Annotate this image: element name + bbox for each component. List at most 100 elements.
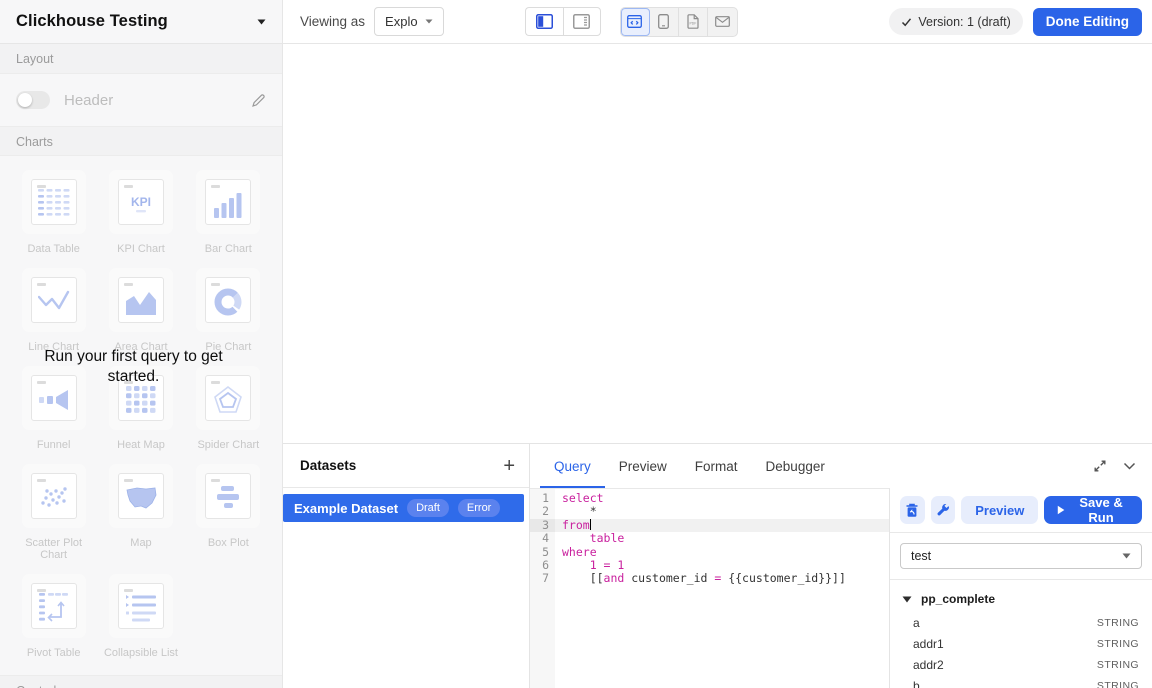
column-type: STRING (1097, 680, 1139, 688)
schema-column-row[interactable]: aSTRING (890, 612, 1152, 633)
map-icon (125, 483, 157, 509)
dataset-badge-error: Error (458, 499, 500, 517)
code-text: table (555, 532, 889, 545)
save-and-run-button[interactable]: Save & Run (1044, 496, 1142, 524)
schema-table-name: pp_complete (921, 592, 995, 606)
chart-type-label: Collapsible List (104, 647, 178, 659)
chart-tile (109, 268, 173, 332)
view-mode-button[interactable] (650, 8, 679, 36)
code-line[interactable]: 3from (530, 519, 889, 532)
chart-card (118, 473, 164, 519)
query-tab-bar: QueryPreviewFormatDebugger (530, 444, 1152, 488)
format-settings-button[interactable] (931, 496, 956, 524)
title-caret-down-icon[interactable] (257, 19, 266, 25)
chart-tile (22, 268, 86, 332)
code-line[interactable]: 7 [[and customer_id = {{customer_id}}]] (530, 572, 889, 585)
card-title-dash (37, 589, 46, 592)
preview-button[interactable]: Preview (961, 496, 1038, 524)
chart-type-box-plot[interactable]: Box Plot (185, 464, 271, 561)
dashboard-title-area[interactable]: Clickhouse Testing (0, 0, 283, 43)
view-mode-button[interactable] (621, 8, 650, 36)
chart-card (118, 583, 164, 629)
schema-browser: pp_complete aSTRINGaddr1STRINGaddr2STRIN… (890, 580, 1152, 688)
query-toolbar: Preview Save & Run (890, 488, 1152, 533)
envelope-icon (715, 16, 730, 27)
code-line[interactable]: 5where (530, 546, 889, 559)
tab-query[interactable]: Query (540, 444, 605, 488)
column-name: addr1 (913, 637, 944, 651)
version-badge-label: Version: 1 (draft) (918, 15, 1010, 29)
chart-card (31, 583, 77, 629)
chart-type-map[interactable]: Map (98, 464, 184, 561)
section-header-controls: Controls (0, 675, 282, 688)
schema-column-row[interactable]: addr2STRING (890, 654, 1152, 675)
line-number: 4 (530, 532, 555, 545)
viewing-as-value: Explo (385, 14, 418, 29)
chart-type-pivot-table[interactable]: Pivot Table (11, 574, 97, 659)
query-tools-panel: Preview Save & Run test (890, 488, 1152, 688)
chart-card (205, 179, 251, 225)
svg-text:KPI: KPI (131, 195, 151, 209)
code-text: where (555, 546, 889, 559)
schema-column-row[interactable]: addr1STRING (890, 633, 1152, 654)
chart-card (31, 179, 77, 225)
code-line[interactable]: 6 1 = 1 (530, 559, 889, 572)
wrench-icon (936, 503, 950, 517)
header-toggle-label: Header (64, 92, 113, 109)
code-line[interactable]: 2 * (530, 505, 889, 518)
save-and-run-label: Save & Run (1073, 495, 1129, 525)
version-badge[interactable]: Version: 1 (draft) (889, 8, 1022, 35)
line-number: 1 (530, 492, 555, 505)
view-mode-button[interactable] (708, 8, 737, 36)
toggle-left-panel-button[interactable] (525, 7, 563, 36)
chart-card (205, 277, 251, 323)
svg-text:PDF: PDF (689, 22, 696, 26)
collapsible-list-icon (125, 589, 157, 623)
line-number: 6 (530, 559, 555, 572)
line-number: 7 (530, 572, 555, 585)
schema-select-row: test (890, 533, 1152, 580)
schema-select[interactable]: test (900, 543, 1142, 569)
code-line[interactable]: 1select (530, 492, 889, 505)
chart-type-scatter-plot-chart[interactable]: Scatter Plot Chart (11, 464, 97, 561)
collapse-panel-chevron-icon[interactable] (1123, 462, 1136, 471)
done-editing-button[interactable]: Done Editing (1033, 8, 1142, 36)
viewing-as-dropdown[interactable]: Explo (374, 7, 444, 36)
query-panel: QueryPreviewFormatDebugger 1select2 *3fr… (530, 444, 1152, 688)
toggle-right-panel-button[interactable] (563, 7, 601, 36)
scatter-plot-icon (39, 481, 69, 511)
column-type: STRING (1097, 617, 1139, 629)
chart-tile (196, 268, 260, 332)
chart-type-collapsible-list[interactable]: Collapsible List (98, 574, 184, 659)
datasets-title: Datasets (300, 458, 356, 473)
schema-table-header[interactable]: pp_complete (890, 586, 1152, 612)
viewing-as-label: Viewing as (300, 14, 365, 29)
pie-chart-icon (214, 284, 242, 316)
sql-code-editor[interactable]: 1select2 *3from4 table5where6 1 = 17 [[a… (530, 488, 890, 688)
schema-column-row[interactable]: bSTRING (890, 675, 1152, 688)
column-name: addr2 (913, 658, 944, 672)
chart-type-data-table[interactable]: Data Table (11, 170, 97, 255)
view-mode-button[interactable]: PDF (679, 8, 708, 36)
discard-changes-button[interactable] (900, 496, 925, 524)
schema-column-list: aSTRINGaddr1STRINGaddr2STRINGbSTRING (890, 612, 1152, 688)
chart-type-bar-chart[interactable]: Bar Chart (185, 170, 271, 255)
header-toggle[interactable] (16, 91, 50, 109)
chart-type-area-chart[interactable]: Area Chart (98, 268, 184, 353)
chart-type-kpi-chart[interactable]: KPIKPI Chart (98, 170, 184, 255)
chart-type-label: Box Plot (208, 537, 249, 549)
edit-pencil-icon[interactable] (251, 93, 266, 108)
tab-preview[interactable]: Preview (605, 444, 681, 488)
chart-type-pie-chart[interactable]: Pie Chart (185, 268, 271, 353)
tab-debugger[interactable]: Debugger (752, 444, 839, 488)
add-dataset-button[interactable]: + (503, 456, 515, 476)
code-line[interactable]: 4 table (530, 532, 889, 545)
editor-row: 1select2 *3from4 table5where6 1 = 17 [[a… (530, 488, 1152, 688)
chart-type-line-chart[interactable]: Line Chart (11, 268, 97, 353)
tab-format[interactable]: Format (681, 444, 752, 488)
expand-panel-icon[interactable] (1093, 459, 1107, 473)
chart-tile (109, 464, 173, 528)
phone-icon (658, 14, 669, 29)
dataset-item[interactable]: Example DatasetDraftError (283, 494, 524, 522)
chart-tile (22, 170, 86, 234)
